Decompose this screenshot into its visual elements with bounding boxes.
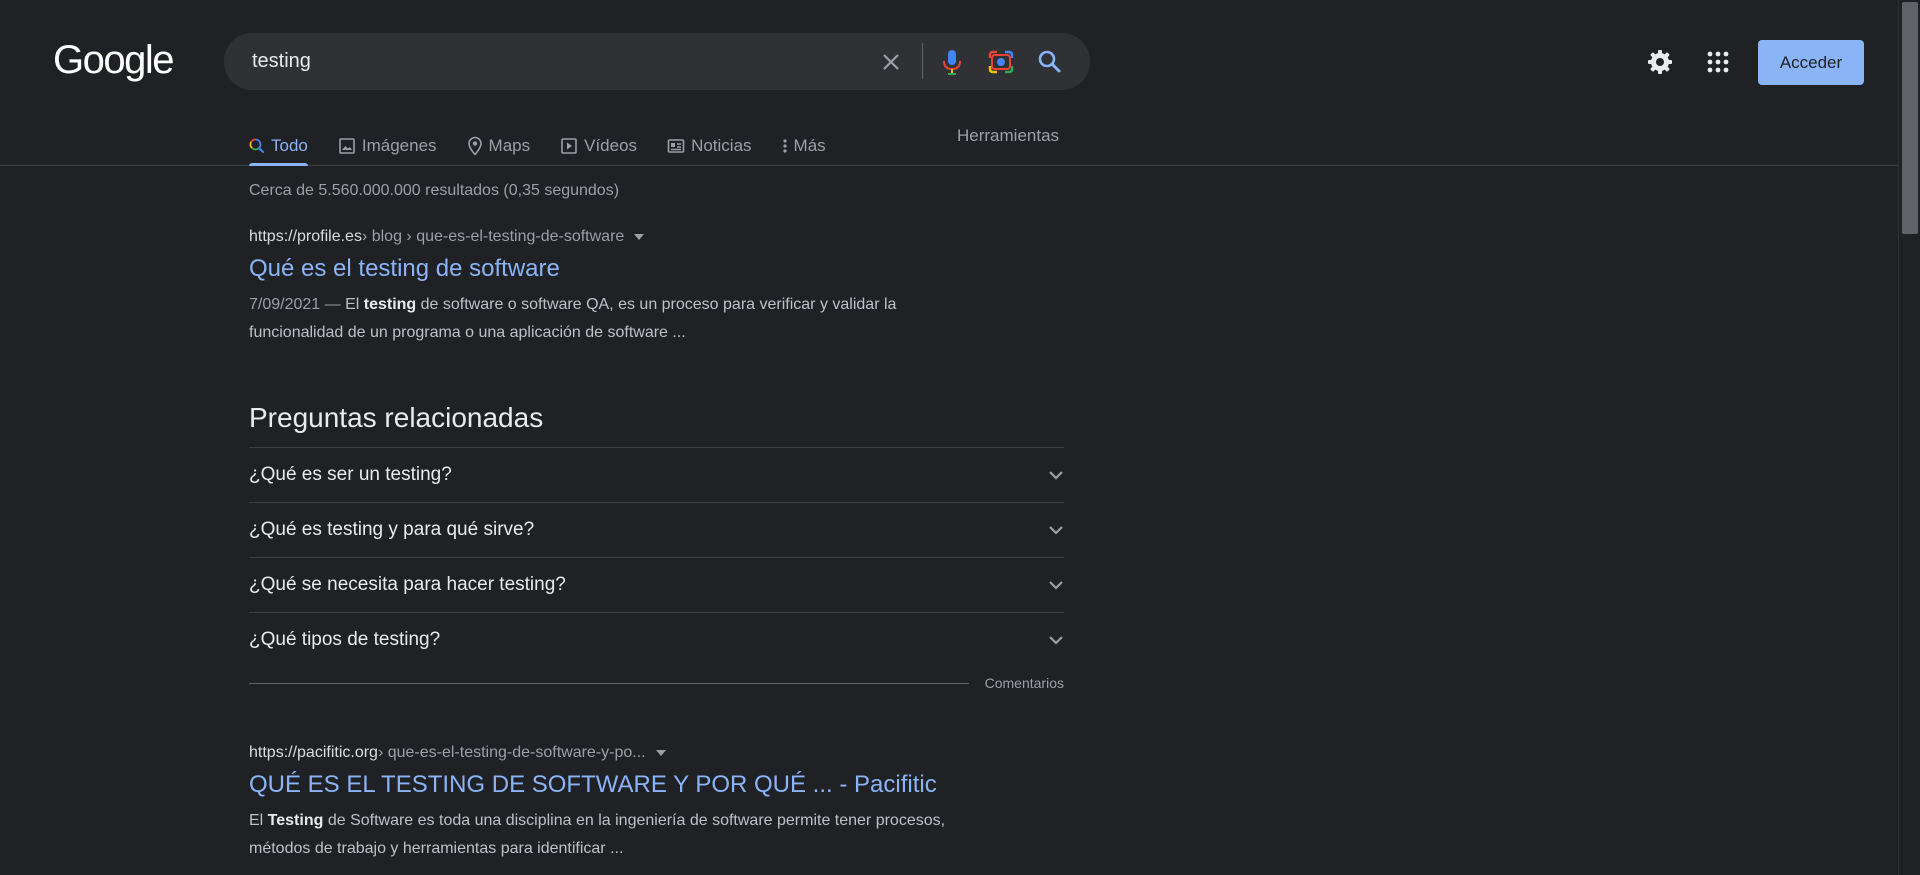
search-divider xyxy=(922,43,923,79)
apps-grid-icon[interactable] xyxy=(1701,45,1735,79)
related-question[interactable]: ¿Qué es testing y para qué sirve? xyxy=(249,502,1064,557)
result-title-link[interactable]: Qué es el testing de software xyxy=(249,255,1064,283)
tab-label: Más xyxy=(793,136,826,155)
question-text: ¿Qué se necesita para hacer testing? xyxy=(249,574,566,595)
search-result: https://pacifitic.org › que-es-el-testin… xyxy=(249,744,1064,863)
google-logo[interactable]: Google xyxy=(53,38,174,83)
result-domain: https://profile.es xyxy=(249,228,362,245)
snippet-text: de Software es toda una disciplina en la… xyxy=(249,812,946,857)
chevron-down-icon xyxy=(1048,519,1064,541)
result-path: › que-es-el-testing-de-software-y-po... xyxy=(377,744,646,761)
search-icon xyxy=(249,138,265,154)
result-cite[interactable]: https://pacifitic.org › que-es-el-testin… xyxy=(249,744,1064,762)
question-text: ¿Qué es ser un testing? xyxy=(249,464,452,485)
chevron-down-icon xyxy=(1048,464,1064,486)
chevron-down-icon xyxy=(1048,574,1064,596)
search-tabs: Todo Imágenes Maps Vídeos Noticias Más xyxy=(249,124,856,166)
tab-noticias[interactable]: Noticias xyxy=(667,124,752,166)
gear-icon[interactable] xyxy=(1643,45,1677,79)
map-pin-icon xyxy=(467,136,483,156)
camera-lens-icon[interactable] xyxy=(986,47,1016,77)
more-vert-icon xyxy=(782,138,788,154)
snippet-highlight: testing xyxy=(363,296,417,313)
clear-icon[interactable] xyxy=(876,47,906,77)
image-icon xyxy=(338,137,356,155)
snippet-text: El xyxy=(345,296,364,313)
related-question[interactable]: ¿Qué es ser un testing? xyxy=(249,447,1064,502)
related-question[interactable]: ¿Qué se necesita para hacer testing? xyxy=(249,557,1064,612)
microphone-icon[interactable] xyxy=(937,47,967,77)
tab-label: Noticias xyxy=(691,136,752,155)
result-snippet: El Testing de Software es toda una disci… xyxy=(249,807,979,863)
search-box xyxy=(224,33,1090,90)
caret-down-icon[interactable] xyxy=(655,750,666,756)
tab-label: Imágenes xyxy=(361,136,437,155)
tools-button[interactable]: Herramientas xyxy=(957,124,1059,146)
result-snippet: 7/09/2021 — El testing de software o sof… xyxy=(249,291,979,347)
tab-mas[interactable]: Más xyxy=(782,124,826,166)
search-result: https://profile.es › blog › que-es-el-te… xyxy=(249,228,1064,347)
result-title-link[interactable]: QUÉ ES EL TESTING DE SOFTWARE Y POR QUÉ … xyxy=(249,771,1064,799)
related-questions: Preguntas relacionadas ¿Qué es ser un te… xyxy=(249,402,1064,691)
result-path: › blog › que-es-el-testing-de-software xyxy=(361,228,625,245)
tab-maps[interactable]: Maps xyxy=(467,124,531,166)
divider xyxy=(249,682,969,684)
signin-button[interactable]: Acceder xyxy=(1758,40,1864,85)
page-scrollbar[interactable] xyxy=(1898,0,1920,875)
snippet-text: El xyxy=(249,812,268,829)
tab-label: Maps xyxy=(488,136,531,155)
tab-label: Todo xyxy=(271,136,308,155)
question-text: ¿Qué es testing y para qué sirve? xyxy=(249,519,535,540)
related-questions-title: Preguntas relacionadas xyxy=(249,402,544,433)
chevron-down-icon xyxy=(1048,629,1064,651)
news-icon xyxy=(667,137,685,155)
caret-down-icon[interactable] xyxy=(634,234,645,240)
tab-label: Vídeos xyxy=(584,136,638,155)
related-question[interactable]: ¿Qué tipos de testing? xyxy=(249,612,1064,667)
tab-todo[interactable]: Todo xyxy=(249,124,308,166)
result-cite[interactable]: https://profile.es › blog › que-es-el-te… xyxy=(249,228,1064,246)
search-icon[interactable] xyxy=(1035,47,1065,77)
result-domain: https://pacifitic.org xyxy=(249,744,378,761)
tab-videos[interactable]: Vídeos xyxy=(560,124,637,166)
feedback-link[interactable]: Comentarios xyxy=(985,675,1064,691)
result-date: 7/09/2021 — xyxy=(249,296,346,313)
search-input[interactable] xyxy=(250,33,850,90)
related-questions-footer: Comentarios xyxy=(249,675,1064,691)
tab-imagenes[interactable]: Imágenes xyxy=(338,124,437,166)
scrollbar-thumb[interactable] xyxy=(1902,2,1918,234)
snippet-highlight: Testing xyxy=(267,812,324,829)
question-text: ¿Qué tipos de testing? xyxy=(249,629,441,650)
header: Google testing Acceder Todo Imágenes Map… xyxy=(0,0,1898,166)
play-icon xyxy=(560,137,578,155)
result-stats: Cerca de 5.560.000.000 resultados (0,35 … xyxy=(249,182,620,199)
